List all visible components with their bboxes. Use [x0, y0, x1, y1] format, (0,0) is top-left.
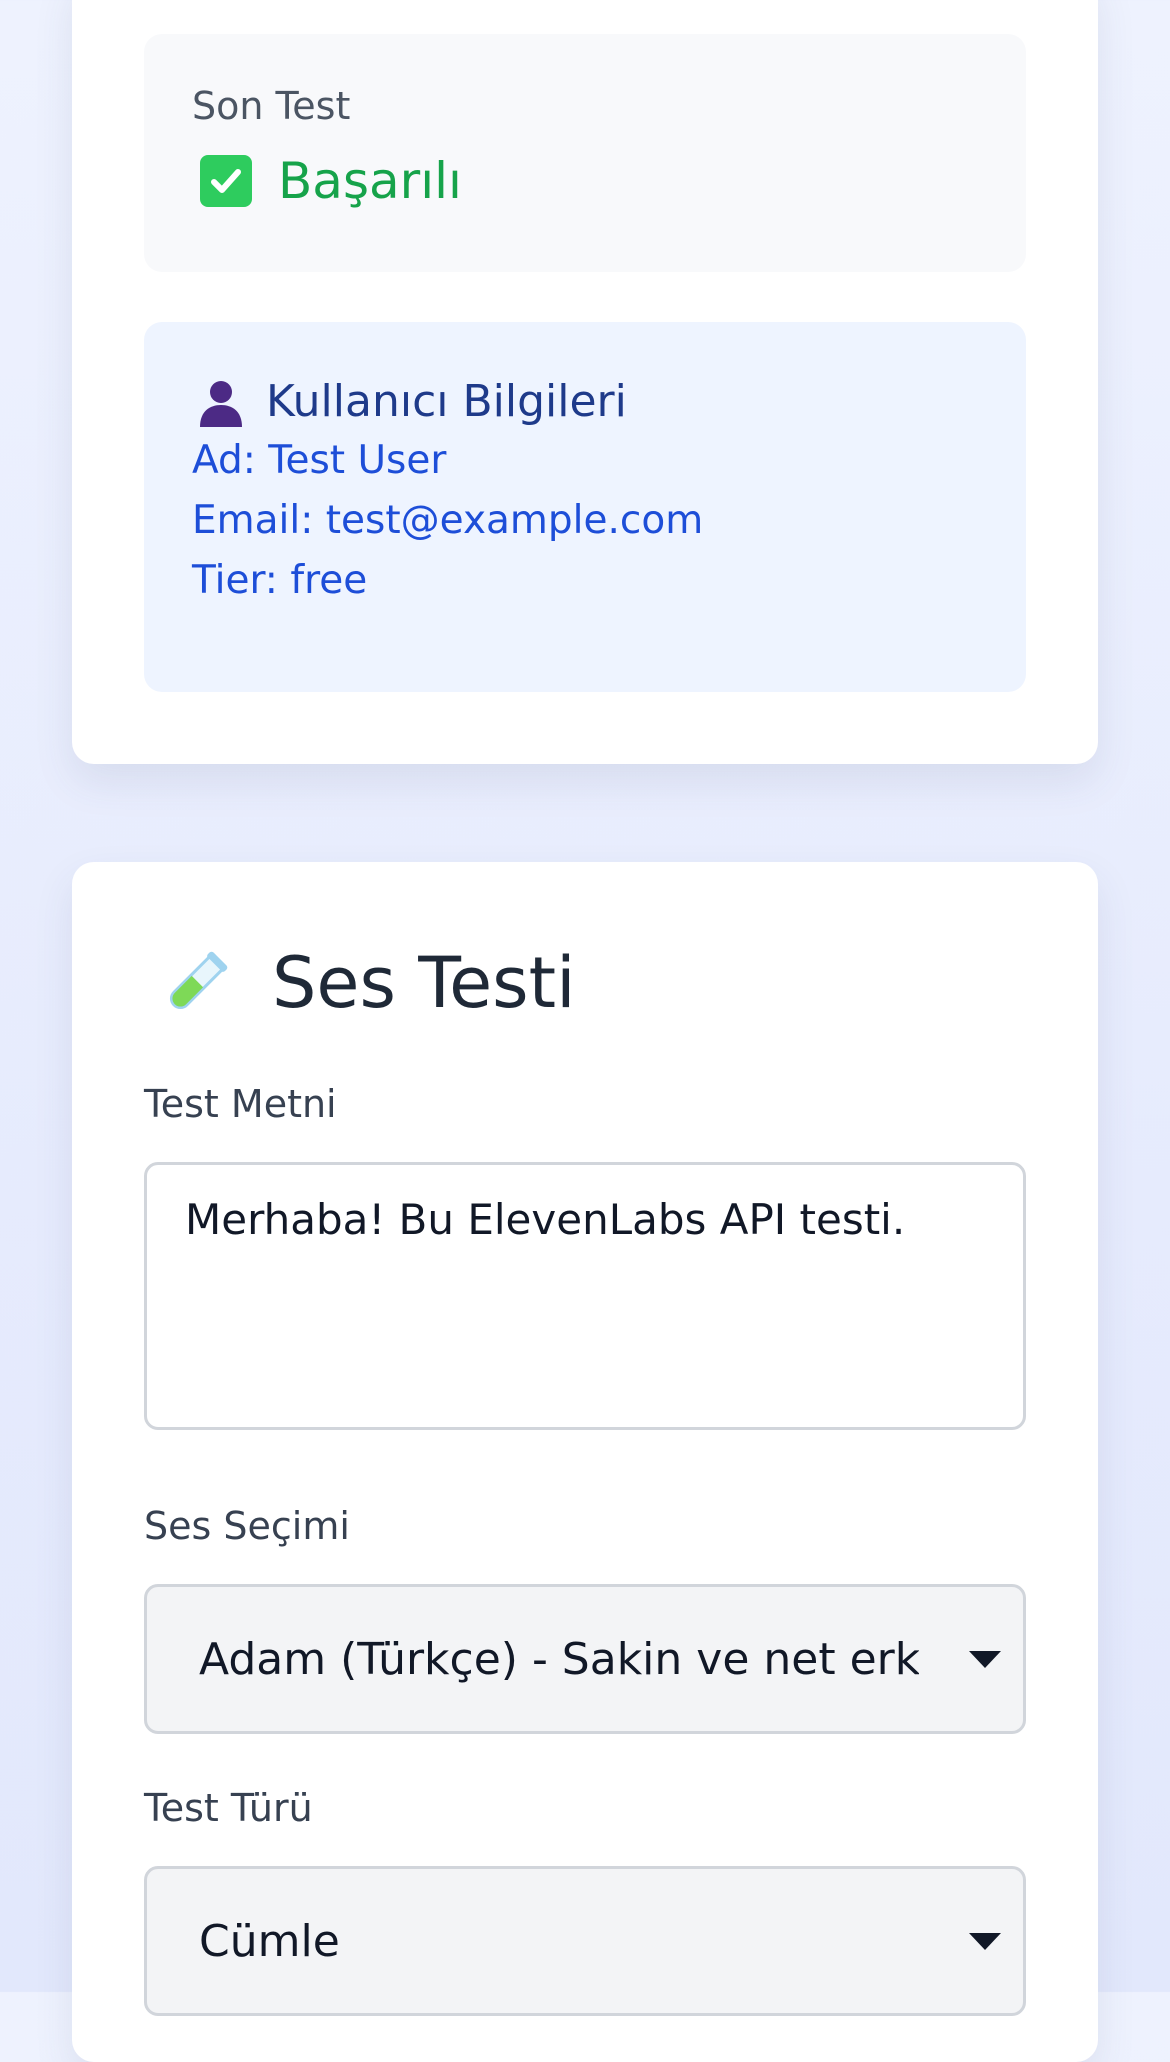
test-type-value: Cümle [199, 1915, 340, 1967]
api-status-card: Son Test Başarılı Kullanıcı Bilgileri Ad… [72, 0, 1098, 764]
last-test-panel: Son Test Başarılı [144, 34, 1026, 272]
voice-select-value: Adam (Türkçe) - Sakin ve net erke [199, 1633, 919, 1685]
voice-test-card: Ses Testi Test Metni Merhaba! Bu ElevenL… [72, 862, 1098, 2062]
voice-test-header: Ses Testi [156, 942, 576, 1024]
test-type-label: Test Türü [144, 1786, 313, 1830]
user-info-header: Kullanıcı Bilgileri [196, 376, 627, 427]
last-test-result: Başarılı [192, 152, 462, 210]
user-email: Email: test@example.com [192, 498, 704, 543]
voice-test-title: Ses Testi [272, 942, 576, 1024]
last-test-label: Son Test [192, 84, 351, 128]
test-tube-icon [156, 943, 236, 1023]
voice-select-label: Ses Seçimi [144, 1504, 350, 1548]
user-info-panel: Kullanıcı Bilgileri Ad: Test User Email:… [144, 322, 1026, 692]
chevron-down-icon [969, 1651, 1001, 1668]
voice-select[interactable]: Adam (Türkçe) - Sakin ve net erke [144, 1584, 1026, 1734]
test-text-input[interactable]: Merhaba! Bu ElevenLabs API testi. [144, 1162, 1026, 1430]
user-info-title: Kullanıcı Bilgileri [266, 376, 627, 427]
user-tier: Tier: free [192, 558, 368, 603]
check-mark-icon [200, 155, 252, 207]
test-text-label: Test Metni [144, 1082, 337, 1126]
user-name: Ad: Test User [192, 438, 447, 483]
chevron-down-icon [969, 1933, 1001, 1950]
last-test-status: Başarılı [278, 152, 462, 210]
user-silhouette-icon [196, 377, 246, 427]
test-type-select[interactable]: Cümle [144, 1866, 1026, 2016]
